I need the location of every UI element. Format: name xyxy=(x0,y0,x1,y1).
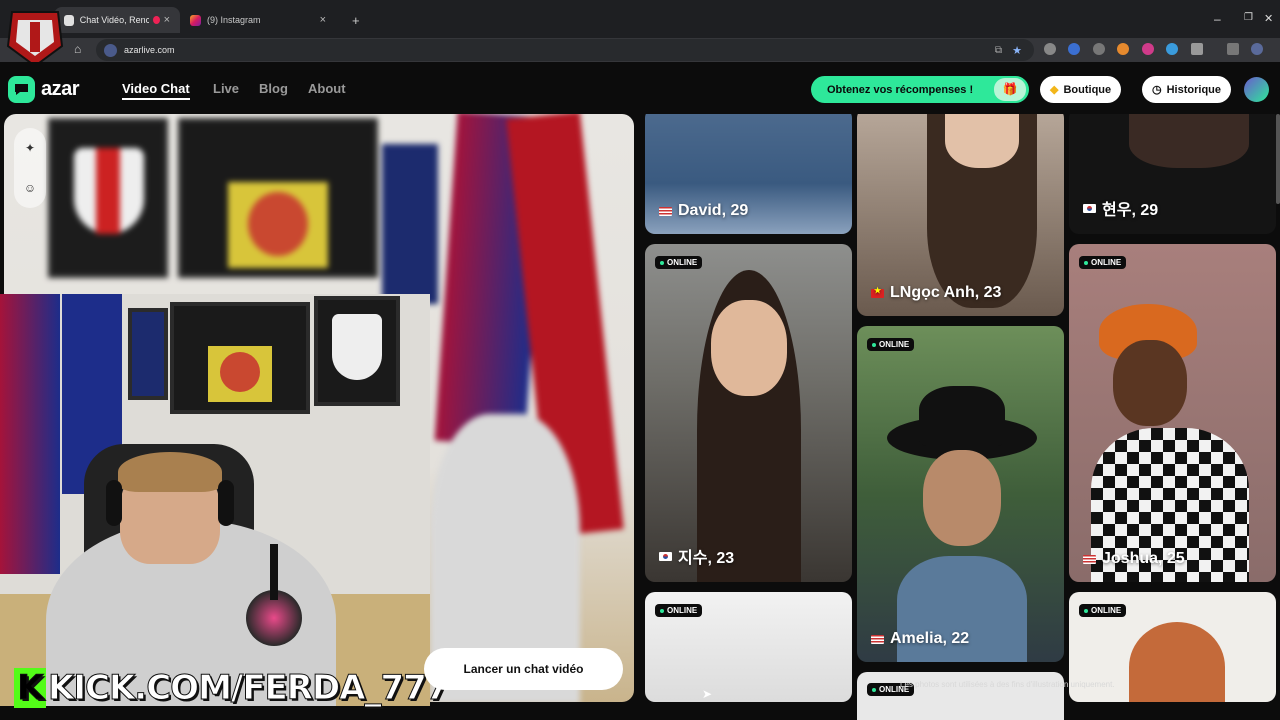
framed-jersey xyxy=(382,144,438,304)
vn-flag-icon xyxy=(871,286,884,298)
profile-name: David, 29 xyxy=(659,202,748,220)
azar-logo[interactable]: azar xyxy=(8,76,80,103)
extension-icon[interactable] xyxy=(1117,43,1129,55)
scarf xyxy=(0,294,60,574)
profile-card[interactable]: LNgọc Anh, 23 xyxy=(857,114,1064,316)
nav-blog[interactable]: Blog xyxy=(259,81,288,96)
mic-arm xyxy=(270,544,278,600)
online-badge: ONLINE xyxy=(655,256,703,269)
nav-video-chat[interactable]: Video Chat xyxy=(122,81,190,100)
framed-picture xyxy=(314,296,400,406)
minimize-button[interactable]: – xyxy=(1214,12,1221,26)
tab-instagram[interactable]: (9) Instagram × xyxy=(180,7,336,33)
profile-name: 현우, 29 xyxy=(1083,196,1158,220)
bookmark-star-icon[interactable]: ★ xyxy=(1012,44,1022,57)
local-webcam-video xyxy=(0,294,430,706)
profile-name: LNgọc Anh, 23 xyxy=(871,284,1001,302)
gift-box-icon: 🎁 xyxy=(994,78,1026,101)
online-badge: ONLINE xyxy=(1079,604,1127,617)
url-text: azarlive.com xyxy=(124,45,175,55)
face-filter-icon[interactable]: ☺ xyxy=(24,181,36,195)
historique-label: Historique xyxy=(1166,83,1222,96)
profile-card[interactable]: ONLINE 지수, 23 xyxy=(645,244,852,582)
historique-button[interactable]: ◷ Historique xyxy=(1142,76,1232,103)
extension-icon[interactable] xyxy=(1142,43,1154,55)
site-info-icon[interactable] xyxy=(104,43,117,57)
profile-card[interactable]: 현우, 29 xyxy=(1069,114,1276,234)
framed-picture xyxy=(48,118,168,278)
boutique-label: Boutique xyxy=(1063,83,1112,96)
browser-window: { "browser": { "tabs": [ {"title": "Chat… xyxy=(0,0,1280,720)
kick-logo-icon: K xyxy=(14,668,46,709)
mouse-cursor-icon: ➤ xyxy=(702,687,713,701)
framed-picture xyxy=(170,302,310,414)
framed-jersey xyxy=(128,308,168,400)
us-flag-icon xyxy=(871,634,884,644)
stream-handle-text: KICK.COM/FERDA_777 xyxy=(47,668,449,709)
boutique-button[interactable]: ◆ Boutique xyxy=(1040,76,1122,103)
online-badge: ONLINE xyxy=(1079,256,1127,269)
home-icon[interactable]: ⌂ xyxy=(74,42,81,56)
stream-overlay-handle: K KICK.COM/FERDA_777 xyxy=(14,668,450,709)
close-window-button[interactable]: ✕ xyxy=(1264,12,1273,25)
headphones xyxy=(218,480,234,526)
profile-name: 지수, 23 xyxy=(659,544,734,568)
maximize-button[interactable]: ❐ xyxy=(1244,12,1253,23)
sparkle-effects-icon[interactable]: ✦ xyxy=(25,141,35,155)
hair xyxy=(118,452,222,492)
url-field[interactable]: azarlive.com ⧉ ★ xyxy=(96,39,1034,61)
close-tab-icon[interactable]: × xyxy=(164,14,170,26)
extension-icon[interactable] xyxy=(1044,43,1056,55)
streamer-logo-icon xyxy=(6,11,64,68)
new-tab-button[interactable]: + xyxy=(342,7,370,33)
rewards-label: Obtenez vos récompenses ! xyxy=(827,83,974,96)
instagram-favicon-icon xyxy=(190,14,201,26)
diamond-icon: ◆ xyxy=(1050,84,1059,96)
clock-icon: ◷ xyxy=(1152,84,1162,96)
close-tab-icon[interactable]: × xyxy=(320,14,326,26)
us-flag-icon xyxy=(1083,554,1096,564)
tab-title: (9) Instagram xyxy=(207,15,261,25)
profile-name: Amelia, 22 xyxy=(871,630,969,648)
launch-label: Lancer un chat vidéo xyxy=(463,662,584,676)
brand-name: azar xyxy=(41,78,80,100)
tab-azar[interactable]: Chat Vidéo, Rencontr × xyxy=(54,7,180,33)
profile-card[interactable]: ONLINE Joshua, 25 xyxy=(1069,244,1276,582)
profile-card[interactable]: David, 29 xyxy=(645,114,852,234)
scrollbar[interactable] xyxy=(1276,114,1280,204)
online-badge: ONLINE xyxy=(867,338,915,351)
profile-grid: David, 29 ONLINE 지수, 23 ONLINE LNgọc Anh… xyxy=(640,114,1280,720)
extension-icon[interactable] xyxy=(1166,43,1178,55)
address-bar-row: ⌂ azarlive.com ⧉ ★ xyxy=(0,38,1280,62)
framed-picture xyxy=(178,118,378,278)
nav-live[interactable]: Live xyxy=(213,81,239,96)
install-app-icon[interactable]: ⧉ xyxy=(995,45,1002,56)
profile-card[interactable]: ONLINE xyxy=(645,592,852,702)
nav-about[interactable]: About xyxy=(308,81,346,96)
azar-chat-bubble-icon xyxy=(8,76,35,103)
online-badge: ONLINE xyxy=(655,604,703,617)
effects-toolbar: ✦ ☺ xyxy=(14,128,46,208)
photo-disclaimer: Les photos sont utilisées à des fins d'i… xyxy=(900,680,1115,689)
headphones xyxy=(106,480,122,526)
profile-card[interactable]: ONLINE Amelia, 22 xyxy=(857,326,1064,662)
reading-list-icon[interactable] xyxy=(1227,43,1239,55)
extension-icon[interactable] xyxy=(1068,43,1080,55)
extensions-puzzle-icon[interactable] xyxy=(1191,43,1203,55)
us-flag-icon xyxy=(659,206,672,216)
kr-flag-icon xyxy=(659,551,672,561)
extension-icon[interactable] xyxy=(1093,43,1105,55)
profile-icon[interactable] xyxy=(1251,43,1263,55)
user-avatar[interactable] xyxy=(1244,77,1269,102)
launch-video-chat-button[interactable]: Lancer un chat vidéo xyxy=(424,648,623,690)
browser-tab-bar: Chat Vidéo, Rencontr × (9) Instagram × +… xyxy=(0,0,1280,38)
kr-flag-icon xyxy=(1083,203,1096,213)
recording-icon xyxy=(152,16,160,24)
rewards-button[interactable]: Obtenez vos récompenses ! 🎁 xyxy=(811,76,1029,103)
profile-name: Joshua, 25 xyxy=(1083,550,1185,568)
tab-title: Chat Vidéo, Rencontr xyxy=(79,15,149,25)
